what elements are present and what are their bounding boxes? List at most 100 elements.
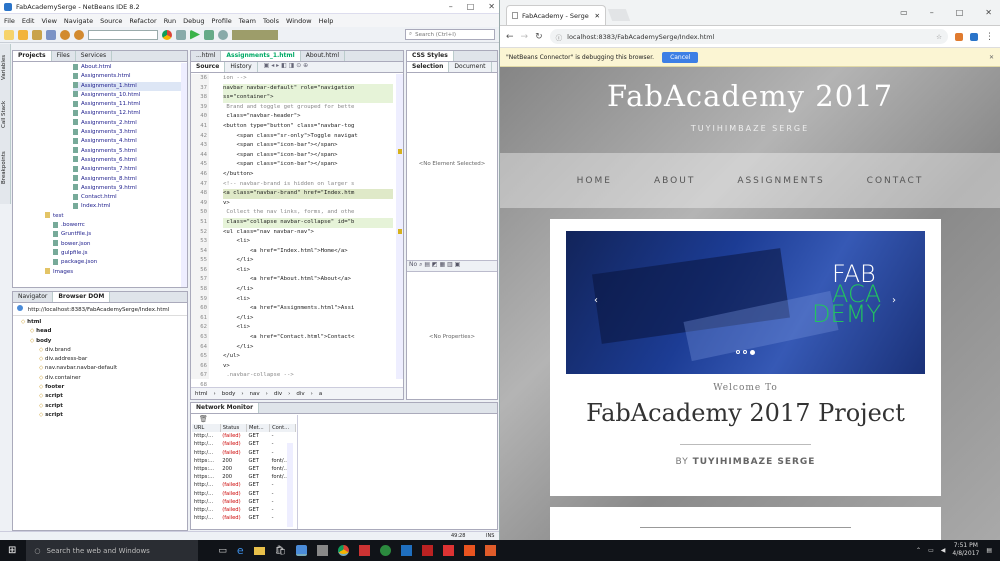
editor-scrollbar[interactable] [396,74,403,379]
tab-document[interactable]: Document [449,62,492,72]
tab-files[interactable]: Files [52,51,76,61]
back-icon[interactable]: ← [506,32,514,42]
config-dropdown[interactable] [88,29,158,40]
code-line[interactable]: ion --> [223,74,393,84]
app-icon[interactable] [380,545,392,556]
file-item[interactable]: About.html [73,63,187,72]
code-line[interactable]: <!-- navbar-brand is hidden on larger s [223,180,393,190]
new-tab-button[interactable] [607,9,631,21]
code-line[interactable]: <span class="icon-bar"></span> [223,151,393,161]
close-tab-icon[interactable]: ✕ [595,12,600,20]
column-header[interactable]: URL [192,424,221,433]
menu-file[interactable]: File [4,17,15,25]
maximize-icon[interactable]: □ [956,8,964,17]
dom-node[interactable]: ◇ head [21,327,187,336]
notifications-icon[interactable]: ▤ [986,547,992,554]
code-line[interactable]: .navbar-collapse --> [223,371,393,379]
breadcrumb-item[interactable]: html [195,391,208,397]
tab-navigator[interactable]: Navigator [13,292,54,302]
table-row[interactable]: http:/... (failed) GET - [192,481,296,489]
run-icon[interactable] [190,29,200,40]
code-line[interactable]: <li> [223,266,393,276]
code-line[interactable]: <button type="button" class="navbar-tog [223,122,393,132]
table-row[interactable]: https:... 200 GET font/... [192,465,296,473]
column-header[interactable]: Met... [246,424,271,433]
app-icon[interactable] [359,545,371,556]
profile-icon[interactable] [218,29,228,40]
code-line[interactable]: <a href="Assignments.html">Assi [223,304,393,314]
nav-about[interactable]: ABOUT [654,176,695,186]
carousel-next-icon[interactable]: › [892,295,896,306]
file-item[interactable]: Assignments_9.html [73,184,187,193]
code-area[interactable]: ion --> navbar navbar-default" role="navi… [223,74,393,379]
new-project-icon[interactable] [18,29,28,40]
code-line[interactable]: <ul class="nav navbar-nav"> [223,228,393,238]
breadcrumb-item[interactable]: a [319,391,322,397]
file-item[interactable]: Assignments_4.html [73,137,187,146]
file-explorer-icon[interactable] [253,546,265,555]
dom-node[interactable]: ◇ div.address-bar [21,355,187,364]
store-icon[interactable]: 🛍 [275,546,286,556]
close-icon[interactable]: ✕ [985,8,992,17]
file-item[interactable]: Assignments.html [73,72,187,81]
menu-help[interactable]: Help [319,17,334,25]
close-infobar-icon[interactable]: ✕ [989,54,994,61]
code-line[interactable]: </ul> [223,352,393,362]
menu-profile[interactable]: Profile [212,17,232,25]
file-item[interactable]: Assignments_5.html [73,147,187,156]
code-line[interactable]: </li> [223,256,393,266]
netbeans-taskbar-icon[interactable] [296,545,308,556]
column-header[interactable]: Cont... [269,424,296,433]
editor-tab-assignments-1[interactable]: Assignments_1.html [221,51,301,61]
menu-debug[interactable]: Debug [183,17,204,25]
editor-tab-prev[interactable]: ...html [191,51,222,61]
menu-icon[interactable]: ⋮ [985,32,994,42]
breadcrumb-item[interactable]: div [274,391,282,397]
code-line[interactable]: <li> [223,295,393,305]
tab-services[interactable]: Services [76,51,113,61]
dom-node[interactable]: ◇ nav.navbar.navbar-default [21,364,187,373]
code-line[interactable]: class="navbar-header"> [223,112,393,122]
dom-node[interactable]: ◇ footer [21,383,187,392]
column-header[interactable]: Status [220,424,248,433]
clean-build-icon[interactable] [176,29,186,40]
windows-start-icon[interactable]: ⊞ [8,545,16,556]
user-icon[interactable]: ▭ [900,8,908,17]
network-icon[interactable]: ▭ [928,547,934,554]
file-item[interactable]: Gruntfile.js [53,230,187,239]
breadcrumb-item[interactable]: div [296,391,304,397]
file-item[interactable]: test [45,212,187,221]
carousel-dot-active[interactable] [750,350,755,355]
file-item[interactable]: Assignments_7.html [73,165,187,174]
dom-node[interactable]: ◇ script [21,392,187,401]
clock[interactable]: 7:51 PM 4/8/2017 [952,542,979,558]
image-carousel[interactable]: ‹ › FAB ACA DEMY [566,231,925,374]
table-row[interactable]: https:... 200 GET font/... [192,457,296,465]
file-item[interactable]: Images [45,268,187,277]
browser-tab[interactable]: FabAcademy - Serge ✕ [506,5,606,25]
table-row[interactable]: http:/... (failed) GET - [192,506,296,514]
edge-icon[interactable]: e [237,544,244,557]
forward-icon[interactable]: → [521,32,529,42]
table-row[interactable]: http:/... (failed) GET - [192,440,296,448]
trash-icon[interactable]: 🗑 [191,414,497,424]
code-line[interactable]: <a href="Index.html">Home</a> [223,247,393,257]
carousel-dot[interactable] [736,350,740,354]
file-item[interactable]: .bowerrc [53,221,187,230]
menu-navigate[interactable]: Navigate [64,17,93,25]
file-item[interactable]: Index.html [73,202,187,211]
code-line[interactable]: Collect the nav links, forms, and othe [223,208,393,218]
file-item[interactable]: package.json [53,258,187,267]
file-item[interactable]: Assignments_10.html [73,91,187,100]
redo-icon[interactable] [74,29,84,40]
maximize-icon[interactable]: □ [467,2,475,11]
code-line[interactable]: class="collapse navbar-collapse" id="b [223,217,393,228]
file-item[interactable]: Assignments_2.html [73,119,187,128]
dom-node[interactable]: ◇ script [21,411,187,420]
file-item[interactable]: Assignments_1.html [73,81,187,91]
tab-breakpoints[interactable]: Breakpoints [1,138,7,184]
code-line[interactable]: <a href="About.html">About</a> [223,275,393,285]
menu-edit[interactable]: Edit [22,17,35,25]
file-item[interactable]: Assignments_8.html [73,175,187,184]
table-row[interactable]: http:/... (failed) GET - [192,498,296,506]
